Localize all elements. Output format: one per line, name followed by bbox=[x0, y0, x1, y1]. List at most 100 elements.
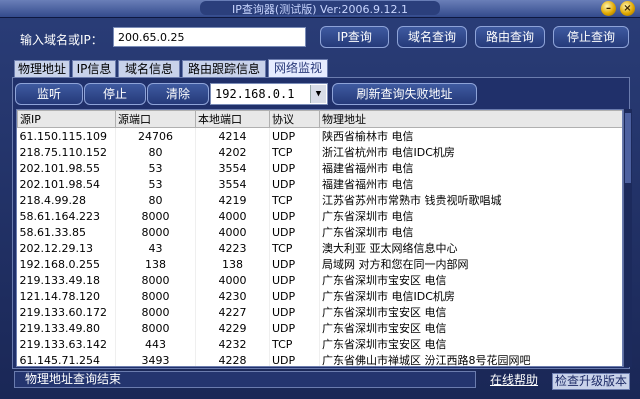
stop-query-button[interactable]: 停止查询 bbox=[553, 26, 629, 48]
online-help-link[interactable]: 在线帮助 bbox=[490, 371, 538, 388]
table-row[interactable]: 202.12.29.13 43 4223 TCP 澳大利亚 亚太网络信息中心 bbox=[17, 240, 622, 256]
cell-physical-address: 陕西省榆林市 电信 bbox=[319, 127, 622, 144]
cell-protocol: UDP bbox=[269, 127, 320, 144]
cell-source-port: 80 bbox=[115, 144, 196, 160]
window-title: IP查询器(测试版) Ver:2006.9.12.1 bbox=[200, 1, 440, 15]
cell-source-port: 3493 bbox=[115, 352, 196, 366]
cell-local-port: 4000 bbox=[195, 224, 270, 240]
scrollbar-thumb[interactable] bbox=[625, 113, 631, 183]
cell-protocol: TCP bbox=[269, 144, 320, 160]
cell-source-port: 8000 bbox=[115, 320, 196, 336]
cell-source-ip: 192.168.0.255 bbox=[17, 256, 116, 272]
table-body: 61.150.115.109 24706 4214 UDP 陕西省榆林市 电信 218.7… bbox=[17, 127, 622, 366]
cell-local-port: 4223 bbox=[195, 240, 270, 256]
cell-source-port: 8000 bbox=[115, 272, 196, 288]
route-query-button[interactable]: 路由查询 bbox=[475, 26, 545, 48]
cell-local-port: 4219 bbox=[195, 192, 270, 208]
table-row[interactable]: 202.101.98.54 53 3554 UDP 福建省福州市 电信 bbox=[17, 176, 622, 192]
cell-source-port: 8000 bbox=[115, 304, 196, 320]
col-source-ip[interactable]: 源IP bbox=[17, 110, 116, 128]
col-source-port[interactable]: 源端口 bbox=[115, 110, 196, 128]
chevron-down-icon[interactable]: ▼ bbox=[310, 85, 326, 103]
ip-query-button[interactable]: IP查询 bbox=[320, 26, 389, 48]
cell-source-ip: 219.133.49.18 bbox=[17, 272, 116, 288]
cell-local-port: 4230 bbox=[195, 288, 270, 304]
table-scrollbar[interactable] bbox=[623, 109, 632, 367]
cell-source-ip: 219.133.60.172 bbox=[17, 304, 116, 320]
table-row[interactable]: 61.145.71.254 3493 4228 UDP 广东省佛山市禅城区 汾江西路8号… bbox=[17, 352, 622, 366]
cell-physical-address: 福建省福州市 电信 bbox=[319, 160, 622, 176]
col-protocol[interactable]: 协议 bbox=[269, 110, 320, 128]
cell-local-port: 4229 bbox=[195, 320, 270, 336]
cell-source-ip: 218.4.99.28 bbox=[17, 192, 116, 208]
domain-query-button[interactable]: 域名查询 bbox=[397, 26, 467, 48]
cell-protocol: UDP bbox=[269, 208, 320, 224]
table-row[interactable]: 218.4.99.28 80 4219 TCP 江苏省苏州市常熟市 钱贵视听歌唱城 bbox=[17, 192, 622, 208]
table-row[interactable]: 218.75.110.152 80 4202 TCP 浙江省杭州市 电信IDC机房 bbox=[17, 144, 622, 160]
tab-network-monitor[interactable]: 网络监视 bbox=[268, 59, 328, 78]
table-row[interactable]: 121.14.78.120 8000 4230 UDP 广东省深圳市 电信IDC机房 bbox=[17, 288, 622, 304]
cell-physical-address: 澳大利亚 亚太网络信息中心 bbox=[319, 240, 622, 256]
table-row[interactable]: 58.61.164.223 8000 4000 UDP 广东省深圳市 电信 bbox=[17, 208, 622, 224]
table-row[interactable]: 219.133.49.18 8000 4000 UDP 广东省深圳市宝安区 电信 bbox=[17, 272, 622, 288]
cell-local-port: 3554 bbox=[195, 176, 270, 192]
table-row[interactable]: 219.133.60.172 8000 4227 UDP 广东省深圳市宝安区 电信 bbox=[17, 304, 622, 320]
cell-local-port: 138 bbox=[195, 256, 270, 272]
close-button[interactable]: × bbox=[620, 1, 635, 16]
tab-physical-address[interactable]: 物理地址 bbox=[14, 60, 70, 78]
listen-button[interactable]: 监听 bbox=[15, 83, 83, 105]
cell-source-ip: 202.101.98.54 bbox=[17, 176, 116, 192]
clear-button[interactable]: 清除 bbox=[147, 83, 209, 105]
cell-protocol: UDP bbox=[269, 272, 320, 288]
cell-source-ip: 219.133.63.142 bbox=[17, 336, 116, 352]
stop-button[interactable]: 停止 bbox=[84, 83, 146, 105]
cell-local-port: 4228 bbox=[195, 352, 270, 366]
cell-source-port: 8000 bbox=[115, 288, 196, 304]
domain-ip-input[interactable] bbox=[113, 27, 306, 47]
col-physical-address[interactable]: 物理地址 bbox=[319, 110, 622, 128]
table-row[interactable]: 192.168.0.255 138 138 UDP 局域网 对方和您在同一内部网 bbox=[17, 256, 622, 272]
refresh-failed-button[interactable]: 刷新查询失败地址 bbox=[332, 83, 477, 105]
cell-protocol: UDP bbox=[269, 256, 320, 272]
local-ip-value: 192.168.0.1 bbox=[215, 87, 295, 101]
cell-local-port: 4227 bbox=[195, 304, 270, 320]
watermark-logo: 下载吧 bbox=[560, 334, 623, 358]
cell-source-port: 53 bbox=[115, 160, 196, 176]
table-row[interactable]: 219.133.49.80 8000 4229 UDP 广东省深圳市宝安区 电信 bbox=[17, 320, 622, 336]
cell-local-port: 4232 bbox=[195, 336, 270, 352]
cell-local-port: 4000 bbox=[195, 272, 270, 288]
cell-source-ip: 202.101.98.55 bbox=[17, 160, 116, 176]
cell-source-ip: 61.145.71.254 bbox=[17, 352, 116, 366]
connections-table-wrapper: 源IP 源端口 本地端口 协议 物理地址 61.150.115.109 24706… bbox=[16, 109, 623, 367]
cell-protocol: UDP bbox=[269, 160, 320, 176]
table-row[interactable]: 219.133.63.142 443 4232 TCP 广东省深圳市宝安区 电信 bbox=[17, 336, 622, 352]
cell-source-port: 8000 bbox=[115, 208, 196, 224]
tab-ip-info[interactable]: IP信息 bbox=[72, 60, 116, 78]
cell-source-port: 53 bbox=[115, 176, 196, 192]
tab-route-trace[interactable]: 路由跟踪信息 bbox=[182, 60, 266, 78]
col-local-port[interactable]: 本地端口 bbox=[195, 110, 270, 128]
cell-physical-address: 局域网 对方和您在同一内部网 bbox=[319, 256, 622, 272]
cell-source-port: 24706 bbox=[115, 127, 196, 144]
table-row[interactable]: 58.61.33.85 8000 4000 UDP 广东省深圳市 电信 bbox=[17, 224, 622, 240]
minimize-button[interactable]: – bbox=[601, 1, 616, 16]
cell-source-ip: 58.61.164.223 bbox=[17, 208, 116, 224]
cell-protocol: UDP bbox=[269, 224, 320, 240]
status-bar: 物理地址查询结束 bbox=[14, 371, 476, 388]
cell-physical-address: 广东省深圳市宝安区 电信 bbox=[319, 272, 622, 288]
cell-protocol: TCP bbox=[269, 240, 320, 256]
cell-source-port: 43 bbox=[115, 240, 196, 256]
cell-physical-address: 福建省福州市 电信 bbox=[319, 176, 622, 192]
local-ip-select[interactable]: 192.168.0.1 ▼ bbox=[210, 83, 328, 105]
table-row[interactable]: 202.101.98.55 53 3554 UDP 福建省福州市 电信 bbox=[17, 160, 622, 176]
title-bar: IP查询器(测试版) Ver:2006.9.12.1 – × bbox=[0, 0, 640, 18]
cell-physical-address: 江苏省苏州市常熟市 钱贵视听歌唱城 bbox=[319, 192, 622, 208]
table-row[interactable]: 61.150.115.109 24706 4214 UDP 陕西省榆林市 电信 bbox=[17, 127, 622, 144]
cell-protocol: UDP bbox=[269, 288, 320, 304]
check-upgrade-link[interactable]: 检查升级版本 bbox=[552, 373, 630, 390]
tab-domain-info[interactable]: 域名信息 bbox=[118, 60, 180, 78]
cell-local-port: 4000 bbox=[195, 208, 270, 224]
cell-source-port: 443 bbox=[115, 336, 196, 352]
cell-local-port: 3554 bbox=[195, 160, 270, 176]
cell-protocol: TCP bbox=[269, 192, 320, 208]
